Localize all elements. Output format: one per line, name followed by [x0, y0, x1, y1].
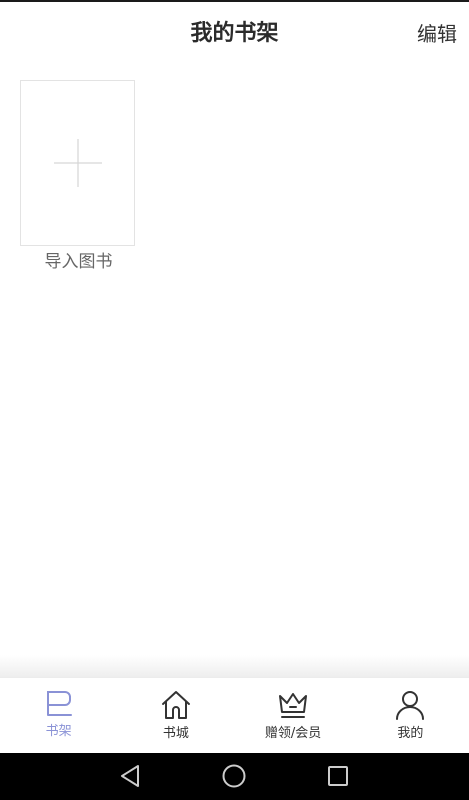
header: 我的书架 编辑 [0, 2, 469, 64]
system-navigation-bar [0, 753, 469, 800]
bottom-nav: 书架 书城 赠领/会员 我的 [0, 677, 469, 753]
home-icon [161, 691, 190, 719]
plus-icon [54, 139, 102, 187]
edit-button[interactable]: 编辑 [417, 21, 457, 47]
nav-item-bookshelf[interactable]: 书架 [0, 678, 117, 753]
nav-item-profile[interactable]: 我的 [352, 678, 469, 753]
page-title: 我的书架 [190, 21, 279, 46]
nav-item-bookstore[interactable]: 书城 [117, 678, 234, 753]
import-book-label[interactable]: 导入图书 [20, 250, 137, 274]
crown-icon [279, 693, 308, 718]
nav-label-bookstore: 书城 [162, 726, 189, 741]
content-fade [0, 655, 469, 677]
user-icon [396, 691, 425, 720]
import-book-card[interactable] [20, 80, 135, 246]
nav-label-bookshelf: 书架 [45, 724, 72, 739]
nav-label-membership: 赠领/会员 [264, 726, 322, 741]
back-icon[interactable] [118, 763, 144, 789]
home-circle-icon[interactable] [221, 763, 247, 789]
nav-item-membership[interactable]: 赠领/会员 [235, 678, 352, 753]
recents-icon[interactable] [325, 763, 351, 789]
bookshelf-icon [46, 691, 72, 716]
nav-label-profile: 我的 [397, 726, 424, 741]
